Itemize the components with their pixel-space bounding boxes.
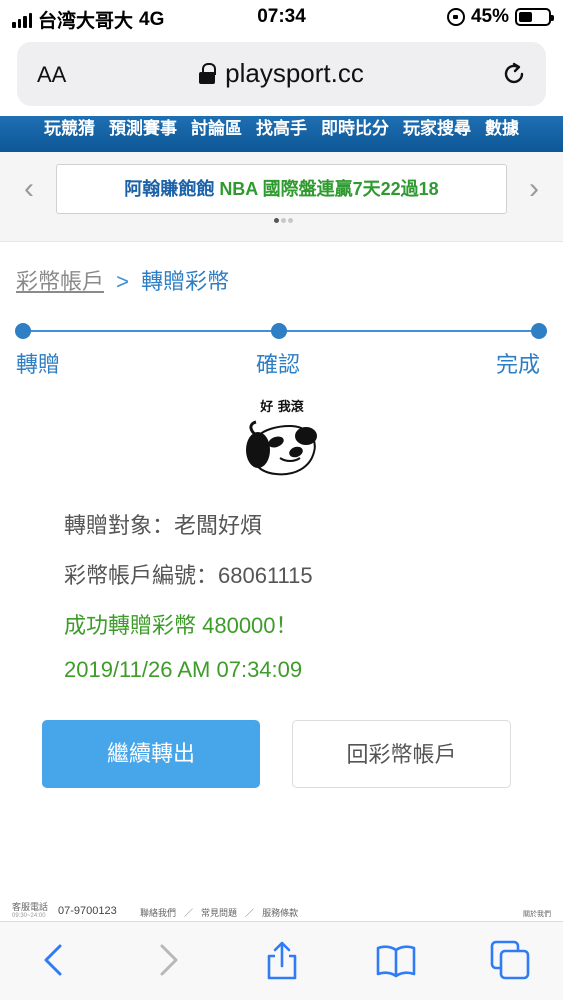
step-label-done: 完成: [496, 352, 541, 377]
browser-toolbar: [0, 922, 563, 1000]
progress-stepper: 轉贈 確認 完成: [0, 320, 563, 380]
breadcrumb-separator: >: [116, 269, 129, 294]
url-text: playsport.cc: [225, 58, 364, 88]
address-bar[interactable]: AA playsport.cc: [17, 42, 546, 106]
footer-separator: ／: [245, 908, 255, 918]
service-label: 客服電話: [12, 902, 49, 912]
site-nav-item[interactable]: 預測賽事: [109, 116, 177, 139]
recipient-name: 老闆好煩: [174, 513, 263, 538]
site-footer: 客服電話 09:30~24:00 07-9700123 聯絡我們 ／ 常見問題 ／ 服務…: [0, 900, 563, 922]
promo-headline: NBA 國際盤連贏7天22過18: [219, 179, 439, 199]
success-message: 成功轉贈彩幣 480000！: [64, 613, 298, 638]
step-dot-3: [531, 323, 547, 339]
footer-links: 聯絡我們 ／ 常見問題 ／ 服務條款: [140, 906, 298, 919]
promo-link[interactable]: 阿翰賺飽飽 NBA 國際盤連贏7天22過18: [56, 164, 507, 214]
panda-face-icon: [246, 420, 317, 476]
status-right-group: 45%: [446, 6, 554, 28]
site-nav-item[interactable]: 玩競猜: [44, 116, 95, 139]
back-arrow-icon[interactable]: [34, 940, 74, 980]
account-row: 彩幣帳戶編號：68061115: [64, 558, 313, 590]
account-label: 彩幣帳戶編號：: [64, 563, 219, 588]
banner-prev-button[interactable]: ‹: [14, 174, 44, 204]
footer-separator: ／: [184, 908, 194, 918]
site-nav-item[interactable]: 討論區: [191, 116, 242, 139]
promo-author: 阿翰賺飽飽: [124, 179, 215, 199]
footer-link[interactable]: 聯絡我們: [140, 906, 176, 919]
status-bar: 台湾大哥大 4G 07:34 45%: [0, 0, 563, 36]
carousel-dot[interactable]: [274, 218, 279, 223]
recipient-avatar-meme: 好 我滾: [236, 392, 328, 484]
site-nav: 玩競猜 預測賽事 討論區 找高手 即時比分 玩家搜尋 數據: [0, 116, 563, 152]
browser-address-area: AA playsport.cc: [0, 36, 563, 116]
account-number: 68061115: [218, 563, 313, 588]
back-to-account-button[interactable]: 回彩幣帳戶: [292, 720, 511, 788]
battery-percent: 45%: [470, 6, 509, 27]
battery-icon: [515, 8, 554, 26]
step-dot-2: [271, 323, 287, 339]
transfer-timestamp: 2019/11/26 AM 07:34:09: [64, 657, 303, 682]
site-nav-item[interactable]: 找高手: [256, 116, 307, 139]
breadcrumb: 彩幣帳戶 > 轉贈彩幣: [16, 264, 229, 296]
reload-icon[interactable]: [500, 60, 528, 88]
service-hours: 09:30~24:00: [12, 913, 46, 919]
site-nav-item[interactable]: 玩家搜尋: [403, 116, 471, 139]
step-label-transfer: 轉贈: [16, 352, 61, 377]
tabs-icon[interactable]: [490, 940, 530, 980]
chevron-left-icon: ‹: [24, 172, 34, 205]
site-nav-item[interactable]: 即時比分: [321, 116, 389, 139]
site-nav-list: 玩競猜 預測賽事 討論區 找高手 即時比分 玩家搜尋 數據: [0, 116, 563, 139]
continue-transfer-button[interactable]: 繼續轉出: [42, 720, 260, 788]
footer-link[interactable]: 常見問題: [201, 906, 237, 919]
breadcrumb-parent-link[interactable]: 彩幣帳戶: [16, 269, 104, 294]
rotation-lock-icon: [446, 8, 465, 26]
promo-banner: ‹ 阿翰賺飽飽 NBA 國際盤連贏7天22過18 ›: [0, 152, 563, 242]
share-icon[interactable]: [262, 940, 302, 980]
carousel-dot[interactable]: [288, 218, 293, 223]
bookmarks-icon[interactable]: [376, 940, 416, 980]
recipient-label: 轉贈對象：: [64, 513, 175, 538]
breadcrumb-current: 轉贈彩幣: [141, 269, 230, 294]
service-phone[interactable]: 07-9700123: [58, 905, 117, 917]
forward-arrow-icon[interactable]: [148, 940, 188, 980]
step-label-confirm: 確認: [256, 352, 301, 377]
service-label-group: 客服電話 09:30~24:00: [12, 903, 48, 921]
recipient-row: 轉贈對象：老闆好煩: [64, 508, 262, 540]
about-link[interactable]: 關於我們: [523, 909, 551, 919]
footer-link[interactable]: 服務條款: [262, 906, 298, 919]
site-nav-item[interactable]: 數據: [485, 116, 519, 139]
carousel-dots: [274, 218, 293, 223]
url-display[interactable]: playsport.cc: [17, 58, 546, 89]
lock-icon: [199, 63, 217, 84]
banner-next-button[interactable]: ›: [519, 174, 549, 204]
carousel-dot[interactable]: [281, 218, 286, 223]
step-dot-1: [15, 323, 31, 339]
chevron-right-icon: ›: [529, 172, 539, 205]
